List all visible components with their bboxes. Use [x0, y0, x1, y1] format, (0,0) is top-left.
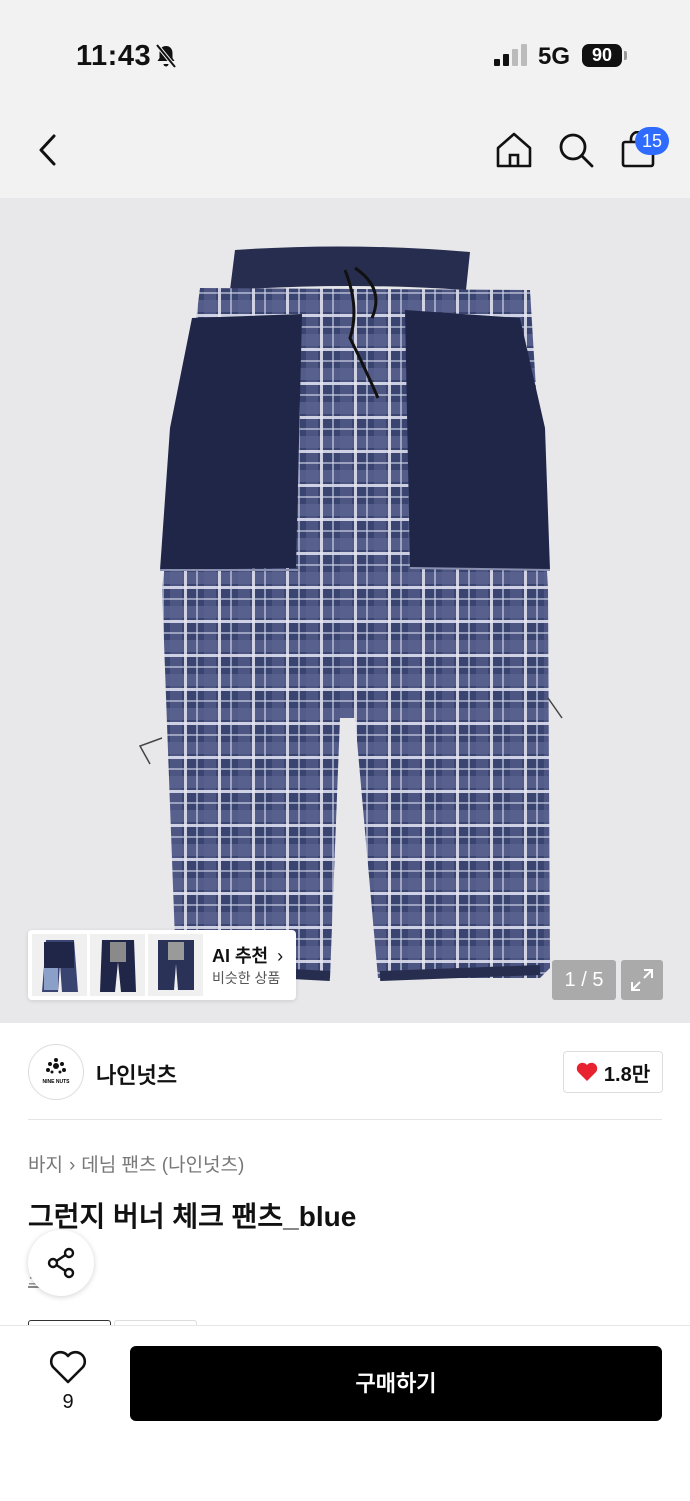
product-title: 그런지 버너 체크 팬츠_blue	[28, 1201, 357, 1232]
image-page-indicator: 1 / 5	[552, 960, 616, 1000]
search-button[interactable]	[556, 130, 596, 170]
chevron-right-icon: ›	[277, 946, 284, 966]
recommend-thumbnail[interactable]	[32, 934, 87, 996]
network-label: 5G	[538, 43, 571, 70]
buy-button[interactable]: 구매하기	[130, 1346, 662, 1421]
back-button[interactable]	[28, 130, 68, 170]
wishlist-count: 9	[62, 1391, 74, 1413]
ai-recommend-title-text: AI 추천	[212, 946, 269, 966]
battery-icon: 90	[582, 44, 622, 67]
recommend-thumbnail[interactable]	[90, 934, 145, 996]
breadcrumb-subcategory[interactable]: 데님 팬츠 (나인넛츠)	[81, 1155, 244, 1176]
brand-name[interactable]: 나인넛츠	[96, 1058, 177, 1090]
product-image[interactable]	[0, 198, 690, 1023]
heart-outline-icon	[49, 1350, 87, 1384]
home-button[interactable]	[494, 130, 534, 170]
brand-like-button[interactable]: 1.8만	[563, 1051, 663, 1093]
brand-like-count: 1.8만	[603, 1063, 651, 1086]
recommend-thumbnail[interactable]	[148, 934, 203, 996]
breadcrumb: 바지 › 데님 팬츠 (나인넛츠)	[28, 1150, 244, 1177]
ai-recommend-panel[interactable]: AI 추천 › 비슷한 상품	[28, 930, 296, 1000]
chevron-right-icon: ›	[68, 1155, 76, 1176]
thumbnail-image	[158, 940, 194, 990]
bell-slash-icon	[154, 43, 178, 74]
search-icon	[559, 133, 594, 168]
brand-logo-image: NINE NUTS	[43, 1058, 71, 1085]
expand-icon	[631, 969, 653, 991]
breadcrumb-category[interactable]: 바지	[28, 1155, 63, 1176]
share-button[interactable]	[28, 1230, 94, 1296]
status-bar: 11:43 5G 90	[0, 0, 690, 100]
ai-recommend-title: AI 추천 ›	[212, 942, 283, 968]
status-time: 11:43	[76, 40, 152, 72]
cart-count-badge: 15	[635, 127, 669, 155]
ai-recommend-subtitle: 비슷한 상품	[212, 970, 281, 986]
brand-logo-text: NINE NUTS	[43, 1079, 71, 1085]
signal-icon	[494, 44, 528, 71]
home-icon	[496, 132, 532, 168]
brand-logo[interactable]: NINE NUTS	[28, 1044, 84, 1100]
divider	[28, 1119, 662, 1120]
expand-image-button[interactable]	[621, 960, 663, 1000]
thumbnail-image	[42, 940, 78, 992]
wishlist-button[interactable]: 9	[40, 1346, 96, 1416]
share-icon	[47, 1247, 75, 1279]
top-nav	[0, 100, 690, 198]
heart-filled-icon	[576, 1062, 598, 1081]
bottom-action-bar: 9 구매하기	[0, 1325, 690, 1501]
chevron-left-icon	[39, 134, 56, 166]
battery-cap	[624, 51, 627, 60]
thumbnail-image	[100, 940, 136, 992]
product-photo	[138, 246, 563, 981]
